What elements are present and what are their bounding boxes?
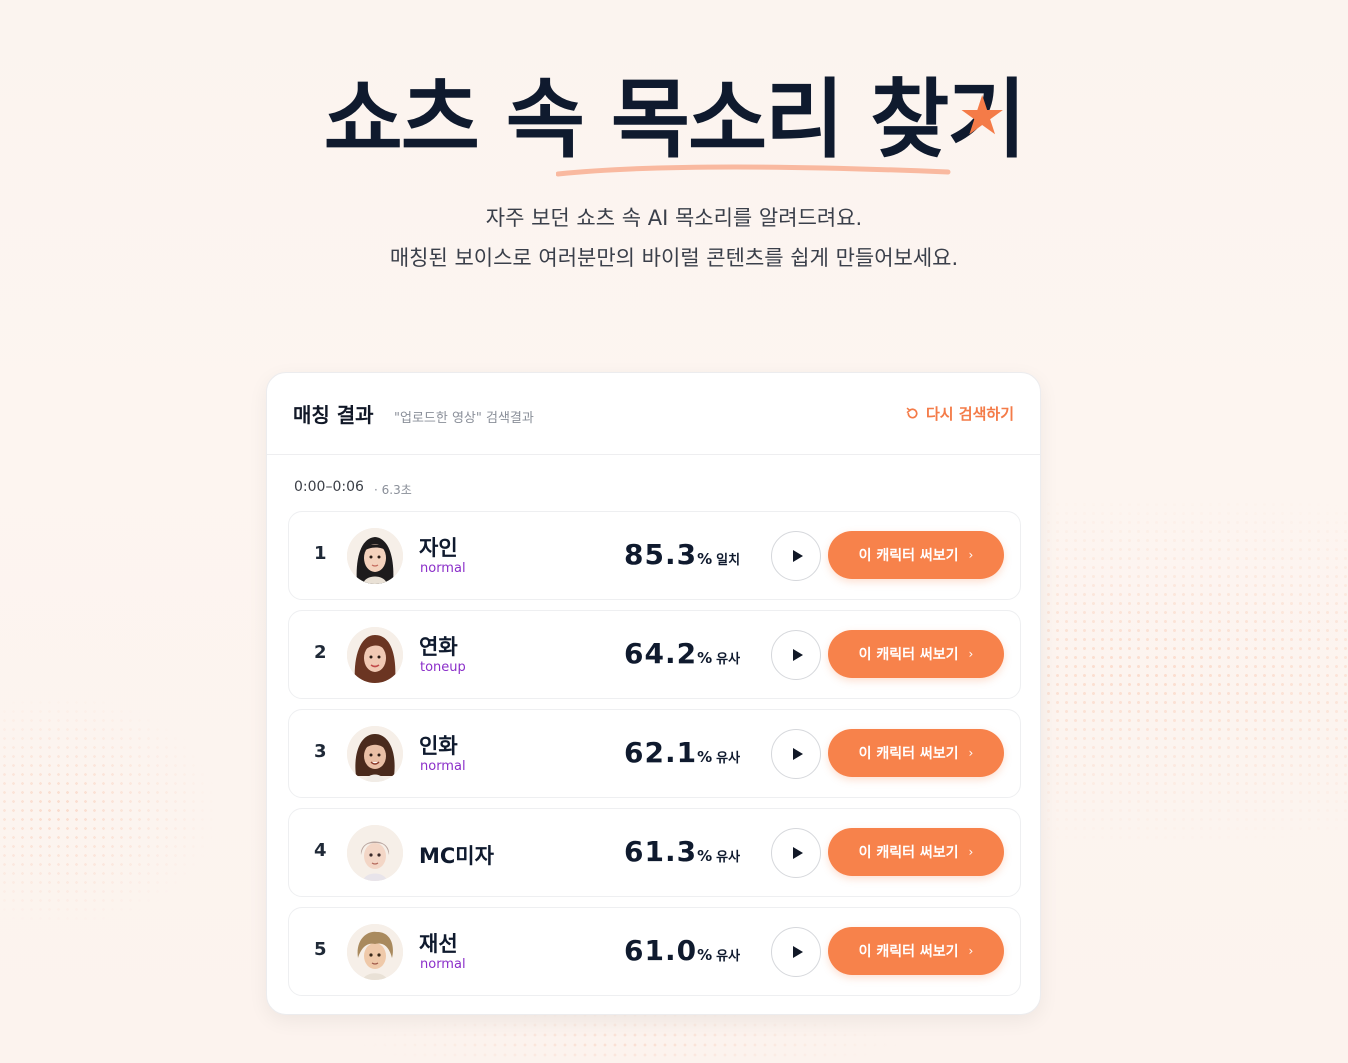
chevron-right-icon: › — [968, 845, 974, 859]
score-value: 61.0 — [624, 934, 698, 967]
cta-label: 이 캐릭터 써보기 — [858, 944, 959, 960]
play-icon — [792, 946, 803, 958]
play-icon — [792, 649, 803, 661]
rank: 3 — [314, 741, 327, 762]
rank: 1 — [314, 543, 327, 564]
score-value: 85.3 — [624, 538, 698, 571]
avatar — [347, 726, 403, 782]
woman-dark-brown-hair-avatar-icon — [347, 726, 403, 782]
character-name: MC미자 — [419, 844, 494, 868]
woman-black-hair-avatar-icon — [347, 528, 403, 584]
card-title: 매칭 결과 — [293, 403, 374, 427]
woman-brown-hair-avatar-icon — [347, 627, 403, 683]
chevron-right-icon: › — [968, 944, 974, 958]
percent-sign: % — [697, 649, 713, 667]
cta-label: 이 캐릭터 써보기 — [858, 746, 959, 762]
match-results-card: 매칭 결과 "업로드한 영상" 검색결과 다시 검색하기 0:00–0:06 ·… — [266, 372, 1041, 1015]
chevron-right-icon: › — [968, 548, 974, 562]
background-dot-pattern-bottom — [330, 1010, 930, 1063]
avatar — [347, 528, 403, 584]
play-icon — [792, 847, 803, 859]
cta-label: 이 캐릭터 써보기 — [858, 845, 959, 861]
title-underline — [556, 164, 951, 177]
character-name: 연화 — [419, 635, 458, 659]
result-row: 4 MC미자 61.3% 유사 이 캐릭터 써보기 › — [288, 808, 1021, 897]
background-dot-pattern-left — [0, 680, 300, 940]
play-button[interactable] — [771, 630, 821, 680]
voice-style-tag: normal — [420, 957, 466, 972]
retry-label: 다시 검색하기 — [925, 405, 1014, 423]
rank: 4 — [314, 840, 327, 861]
cta-label: 이 캐릭터 써보기 — [858, 647, 959, 663]
match-level: 유사 — [716, 652, 741, 667]
play-button[interactable] — [771, 531, 821, 581]
result-row: 5 재선 normal 61.0% 유사 이 캐릭터 써보기 › — [288, 907, 1021, 996]
man-wavy-hair-avatar-icon — [347, 924, 403, 980]
percent-sign: % — [697, 748, 713, 766]
percent-sign: % — [697, 847, 713, 865]
star-icon: ★ — [958, 84, 1007, 147]
chevron-right-icon: › — [968, 746, 974, 760]
match-score: 61.3% 유사 — [624, 835, 740, 868]
score-value: 62.1 — [624, 736, 698, 769]
score-value: 64.2 — [624, 637, 698, 670]
match-score: 61.0% 유사 — [624, 934, 740, 967]
try-character-button[interactable]: 이 캐릭터 써보기 › — [828, 729, 1004, 777]
avatar — [347, 627, 403, 683]
card-subtitle: "업로드한 영상" 검색결과 — [394, 411, 534, 426]
percent-sign: % — [697, 946, 713, 964]
match-level: 유사 — [716, 751, 741, 766]
man-light-hair-avatar-icon — [347, 825, 403, 881]
match-level: 유사 — [716, 850, 741, 865]
rank: 5 — [314, 939, 327, 960]
result-row: 1 자인 normal 85.3% 일치 이 캐릭터 써보기 › — [288, 511, 1021, 600]
segment-duration: · 6.3초 — [374, 483, 412, 497]
play-icon — [792, 748, 803, 760]
cta-label: 이 캐릭터 써보기 — [858, 548, 959, 564]
match-level: 유사 — [716, 949, 741, 964]
avatar — [347, 825, 403, 881]
segment-range: 0:00–0:06 — [294, 479, 364, 495]
voice-style-tag: normal — [420, 759, 466, 774]
result-row: 2 연화 toneup 64.2% 유사 이 캐릭터 써보기 › — [288, 610, 1021, 699]
match-score: 85.3% 일치 — [624, 538, 740, 571]
match-level: 일치 — [716, 553, 741, 568]
try-character-button[interactable]: 이 캐릭터 써보기 › — [828, 630, 1004, 678]
chevron-right-icon: › — [968, 647, 974, 661]
match-score: 62.1% 유사 — [624, 736, 740, 769]
page-subtitle: 자주 보던 쇼츠 속 AI 목소리를 알려드려요. 매칭된 보이스로 여러분만의… — [0, 198, 1348, 278]
score-value: 61.3 — [624, 835, 698, 868]
voice-style-tag: toneup — [420, 660, 466, 675]
avatar — [347, 924, 403, 980]
play-button[interactable] — [771, 927, 821, 977]
percent-sign: % — [697, 550, 713, 568]
rank: 2 — [314, 642, 327, 663]
character-name: 자인 — [419, 536, 458, 560]
subtitle-line-2: 매칭된 보이스로 여러분만의 바이럴 콘텐츠를 쉽게 만들어보세요. — [389, 246, 959, 270]
retry-search-button[interactable]: 다시 검색하기 — [905, 403, 1014, 424]
try-character-button[interactable]: 이 캐릭터 써보기 › — [828, 927, 1004, 975]
character-name: 인화 — [419, 734, 458, 758]
character-name: 재선 — [419, 932, 458, 956]
play-icon — [792, 550, 803, 562]
card-header: 매칭 결과 "업로드한 영상" 검색결과 다시 검색하기 — [267, 373, 1040, 455]
play-button[interactable] — [771, 729, 821, 779]
subtitle-line-1: 자주 보던 쇼츠 속 AI 목소리를 알려드려요. — [485, 206, 863, 230]
title-part: 쇼츠 속 — [323, 70, 611, 170]
voice-style-tag: normal — [420, 561, 466, 576]
try-character-button[interactable]: 이 캐릭터 써보기 › — [828, 531, 1004, 579]
match-score: 64.2% 유사 — [624, 637, 740, 670]
try-character-button[interactable]: 이 캐릭터 써보기 › — [828, 828, 1004, 876]
refresh-icon — [906, 407, 918, 419]
result-row: 3 인화 normal 62.1% 유사 이 캐릭터 써보기 › — [288, 709, 1021, 798]
page-title: 쇼츠 속 목소리 찾기 — [0, 70, 1348, 170]
play-button[interactable] — [771, 828, 821, 878]
